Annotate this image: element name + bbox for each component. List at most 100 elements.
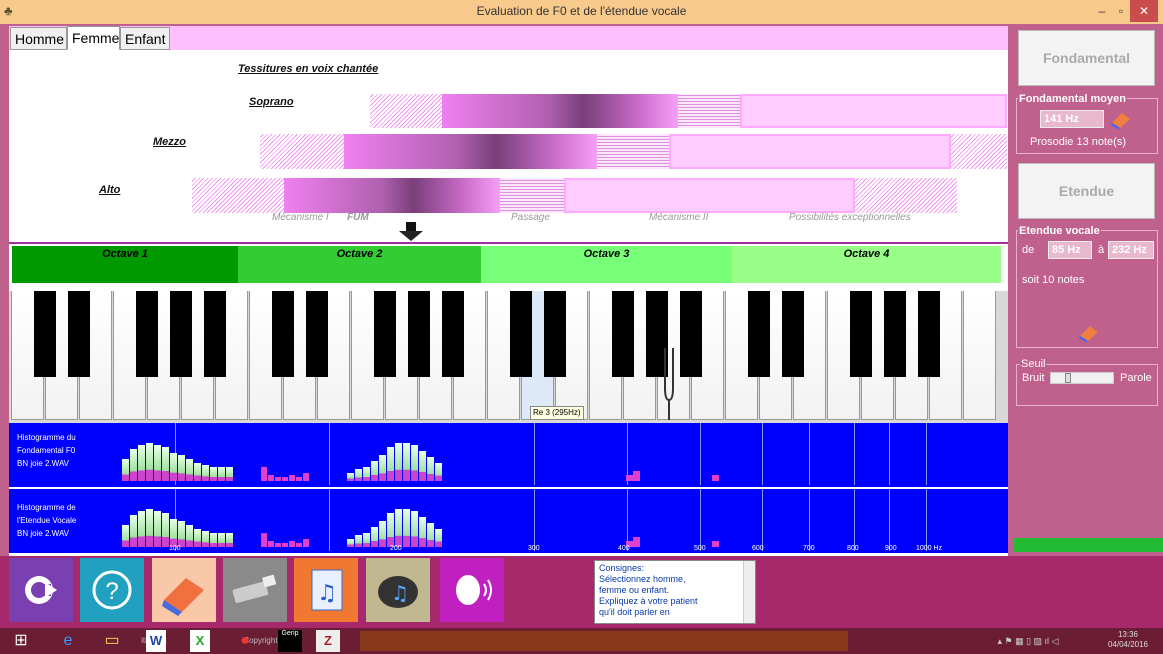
music-file-icon[interactable]: ♫ [294,558,358,622]
black-key[interactable] [680,291,702,377]
gerip-icon[interactable]: Gerip [278,630,302,652]
tab-enfant[interactable]: Enfant [120,27,170,50]
white-key[interactable] [963,291,996,420]
hist-bar [261,533,267,547]
speaking-head-icon[interactable] [440,558,504,622]
browser-icon[interactable]: e [56,630,80,652]
black-key[interactable] [918,291,940,377]
tab-bar: Homme Femme Enfant [9,26,1008,50]
possibilities-label: Possibilités exceptionnelles [789,212,911,223]
hist-bar [387,513,394,547]
octave-2: Octave 2 [238,246,481,283]
grid-line [700,489,701,551]
consignes-box[interactable]: Consignes: Sélectionnez homme, femme ou … [594,560,756,624]
alto-low-hatch [192,178,284,213]
black-key[interactable] [884,291,906,377]
hist-bar [289,475,295,481]
hist-bar [355,469,362,481]
tray-icons[interactable]: ▴ ⚑ ▦ ▯ ▨ ıl ◁ [985,630,1071,652]
hist-bar [146,509,153,547]
close-button[interactable]: ✕ [1130,0,1158,22]
svg-text:♫: ♫ [391,581,409,605]
speaker-icon[interactable]: ♫ [366,558,430,622]
seuil-slider[interactable] [1050,372,1114,384]
hist-bar [712,475,719,481]
piano-keyboard[interactable] [9,291,1008,423]
consignes-line: qu'il doit parler en [599,607,670,617]
eraser-icon[interactable] [1110,109,1132,129]
consignes-scrollbar[interactable] [743,561,755,623]
black-key[interactable] [306,291,328,377]
black-key[interactable] [68,291,90,377]
tab-homme[interactable]: Homme [10,27,67,50]
help-icon[interactable]: ? [80,558,144,622]
axis-tick-label: 800 [847,545,859,552]
parole-label: Parole [1120,372,1152,384]
axis-tick-label: 900 [885,545,897,552]
chrome-icon[interactable]: ● [234,630,256,652]
black-key[interactable] [272,291,294,377]
hist-bar [403,443,410,481]
black-key[interactable] [782,291,804,377]
black-key[interactable] [374,291,396,377]
taskbar-active-window[interactable] [360,631,848,651]
hist-bar [633,471,640,481]
soprano-passage [678,94,740,128]
black-key[interactable] [748,291,770,377]
black-key[interactable] [34,291,56,377]
excel-icon[interactable]: X [190,630,210,652]
hist-bar [419,517,426,547]
exit-icon[interactable] [9,558,73,622]
octave-3: Octave 3 [481,246,732,283]
maximize-button[interactable]: ▫ [1110,0,1132,22]
usb-icon[interactable] [223,558,287,622]
eraser-icon-2[interactable] [1078,322,1100,342]
start-icon[interactable]: ⊞ [10,630,32,652]
etendue-group-title: Etendue vocale [1018,225,1101,237]
bottom-toolbar: ? ♫ ♫ [0,556,1163,628]
tab-femme[interactable]: Femme [67,26,120,50]
black-key[interactable] [510,291,532,377]
hist-bar [303,539,309,547]
hist-bar [154,511,161,547]
a-label: à [1098,244,1105,256]
hist-bar [411,511,418,547]
voice-app-icon[interactable]: Z [316,630,340,652]
grid-line [809,489,810,551]
mezzo-high-hatch [951,134,1007,169]
mezzo-label: Mezzo [153,136,186,148]
hist-bar [275,543,281,547]
hist-bar [379,521,386,547]
black-key[interactable] [170,291,192,377]
hist-bar [355,535,362,547]
hist-bar [154,445,161,481]
black-key[interactable] [408,291,430,377]
hist-bar [186,459,193,481]
black-key[interactable] [544,291,566,377]
black-key[interactable] [612,291,634,377]
hist-bar [226,467,233,481]
hist-bar [289,541,295,547]
fondamental-button[interactable]: Fondamental [1018,30,1155,86]
mech2-label: Mécanisme II [649,212,709,223]
grid-line [762,423,763,485]
alto-high-hatch [855,178,957,213]
black-key[interactable] [204,291,226,377]
hist-bar [130,449,137,481]
etendue-button[interactable]: Etendue [1018,163,1155,219]
eraser-tile-icon[interactable] [152,558,216,622]
hist-bar [347,539,354,547]
grid-line [889,423,890,485]
fum-label: FUM [347,212,369,223]
alto-fum-zone [284,178,500,213]
black-key[interactable] [850,291,872,377]
mezzo-passage [597,134,669,169]
folder-icon[interactable]: ▭ [100,630,124,652]
f0-histogram: Histogramme du Fondamental F0 BN joie 2.WA… [9,423,1008,487]
black-key[interactable] [442,291,464,377]
black-key[interactable] [136,291,158,377]
hist-bar [186,525,193,547]
prosodie-text: Prosodie 13 note(s) [1030,136,1126,148]
main-panel: Homme Femme Enfant Tessitures en voix ch… [9,26,1008,556]
word-icon[interactable]: W [146,630,166,652]
